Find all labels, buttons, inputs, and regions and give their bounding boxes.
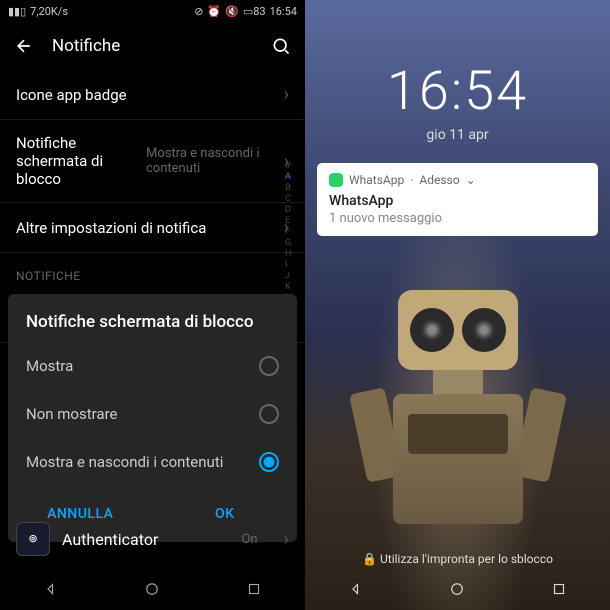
back-icon[interactable] xyxy=(14,36,34,56)
nav-recent-icon[interactable] xyxy=(245,580,263,598)
nav-bar xyxy=(305,568,610,610)
radio-icon xyxy=(259,404,279,424)
settings-row-lockscreen[interactable]: Notifiche schermata di blocco Mostra e n… xyxy=(0,120,305,203)
nav-back-icon[interactable] xyxy=(42,580,60,598)
option-hide-content[interactable]: Mostra e nascondi i contenuti xyxy=(8,438,297,486)
header-bar: Notifiche xyxy=(0,22,305,70)
clock-text: 16:54 xyxy=(270,5,297,18)
settings-screen: ▮▮▯ 7,20K/s ⊘ ⏰ 🔇 ▭83 16:54 Notifiche Ic… xyxy=(0,0,305,610)
lock-icon: 🔒 xyxy=(362,552,377,566)
page-title: Notifiche xyxy=(52,36,253,56)
search-icon[interactable] xyxy=(271,36,291,56)
battery-icon: ▭83 xyxy=(243,5,266,18)
option-show[interactable]: Mostra xyxy=(8,342,297,390)
status-bar: ▮▮▯ 7,20K/s ⊘ ⏰ 🔇 ▭83 16:54 xyxy=(0,0,305,22)
nav-back-icon[interactable] xyxy=(347,580,365,598)
chevron-right-icon: › xyxy=(284,529,289,550)
net-speed: 7,20K/s xyxy=(30,5,68,18)
notif-time: Adesso xyxy=(419,173,459,187)
mute-icon: 🔇 xyxy=(225,5,239,18)
lock-screen: I WIND ▮▮▯ 0,92K/s ⊘ ⏰ 🔇 ▭83 16:54 16:54… xyxy=(305,0,610,610)
option-hide[interactable]: Non mostrare xyxy=(8,390,297,438)
whatsapp-icon xyxy=(329,173,343,187)
nav-recent-icon[interactable] xyxy=(550,580,568,598)
signal-icon: ▮▮▯ xyxy=(8,5,26,18)
radio-icon xyxy=(259,356,279,376)
notification-card[interactable]: WhatsApp · Adesso ⌄ WhatsApp 1 nuovo mes… xyxy=(317,163,598,236)
alarm-icon: ⏰ xyxy=(207,5,221,18)
settings-row-badge[interactable]: Icone app badge › xyxy=(0,70,305,120)
unlock-hint: 🔒 Utilizza l'impronta per lo sblocco xyxy=(305,552,610,566)
settings-row-other[interactable]: Altre impostazioni di notifica › xyxy=(0,203,305,253)
lock-clock: 16:54 xyxy=(305,60,610,123)
notif-app: WhatsApp xyxy=(349,173,404,187)
notif-body: 1 nuovo messaggio xyxy=(329,211,586,226)
nav-home-icon[interactable] xyxy=(448,580,466,598)
dialog-title: Notifiche schermata di blocco xyxy=(8,294,297,342)
nav-bar xyxy=(0,568,305,610)
radio-icon-selected xyxy=(259,452,279,472)
notif-title: WhatsApp xyxy=(329,193,586,209)
lock-date: gio 11 apr xyxy=(305,127,610,143)
chevron-down-icon[interactable]: ⌄ xyxy=(466,173,476,187)
authenticator-icon: ◎ xyxy=(16,522,50,556)
nav-home-icon[interactable] xyxy=(143,580,161,598)
dnd-icon: ⊘ xyxy=(194,5,203,18)
app-row-authenticator[interactable]: ◎ Authenticator On › xyxy=(0,510,305,568)
section-header: NOTIFICHE xyxy=(0,253,305,293)
lockscreen-notif-dialog: Notifiche schermata di blocco Mostra Non… xyxy=(8,294,297,542)
wallpaper-robot xyxy=(368,290,548,570)
